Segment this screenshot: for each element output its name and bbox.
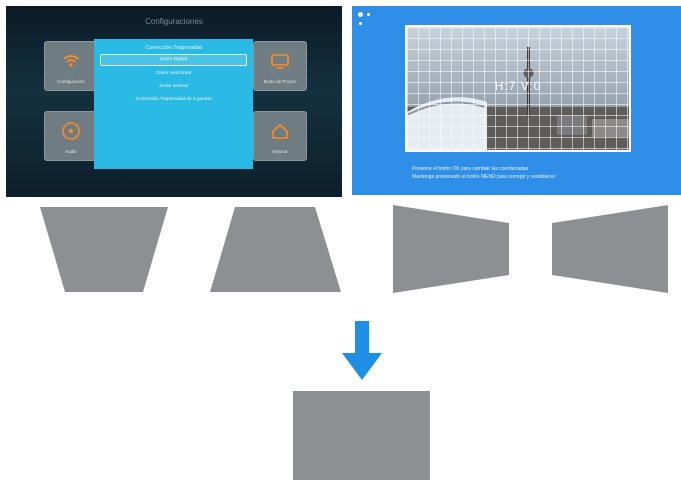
menu-item-digital-zoom[interactable]: Zoom Digital	[100, 54, 247, 66]
audio-icon	[62, 122, 80, 140]
trapezoid-left-tall-shape	[393, 205, 509, 293]
tile-configuration[interactable]: Configuración	[44, 41, 98, 91]
wifi-icon	[63, 55, 79, 67]
coordinate-label: H:7 V:0	[494, 79, 542, 93]
tile-improve[interactable]: Mejorar	[253, 111, 307, 161]
tile-label: Configuración	[57, 79, 85, 84]
settings-title: Configuraciones	[145, 17, 203, 26]
menu-item-horizontal-zoom[interactable]: Zoom Horizontal	[100, 69, 247, 79]
trapezoid-right-tall-shape	[552, 205, 668, 293]
tile-label: Mejorar	[272, 149, 288, 154]
tile-label: Modo de Proyec	[263, 79, 297, 84]
trapezoid-inverted-shape	[40, 207, 168, 292]
tile-label: Audio	[65, 149, 77, 154]
trapezoid-upright-shape	[210, 207, 341, 292]
menu-item-4-point-keystone[interactable]: Corrección Trapezoidal de 4 puntos	[100, 95, 247, 105]
instruction-line-1: Presione el botón OK para cambiar las co…	[412, 166, 529, 172]
calibration-photo: H:7 V:0	[405, 25, 631, 152]
grid-adjust-screenshot: H:7 V:0 Presione el botón OK para cambia…	[352, 6, 681, 195]
tile-projector-mode[interactable]: Modo de Proyec	[253, 41, 307, 91]
monitor-icon	[271, 54, 289, 69]
arrow-down-icon	[342, 321, 382, 380]
menu-item-vertical-zoom[interactable]: Zoom vertical	[100, 82, 247, 92]
instruction-line-2: Mantenga presionado el botón MENÚ para c…	[412, 174, 556, 180]
home-icon	[272, 123, 288, 139]
tile-audio[interactable]: Audio	[44, 111, 98, 161]
keystone-dialog: Corrección Trapezoidal Zoom Digital Zoom…	[94, 39, 253, 169]
dialog-title: Corrección Trapezoidal	[145, 45, 202, 51]
settings-screenshot: Configuraciones Configuración Modo de Pr…	[6, 6, 342, 197]
corrected-rectangle-shape	[293, 391, 430, 480]
